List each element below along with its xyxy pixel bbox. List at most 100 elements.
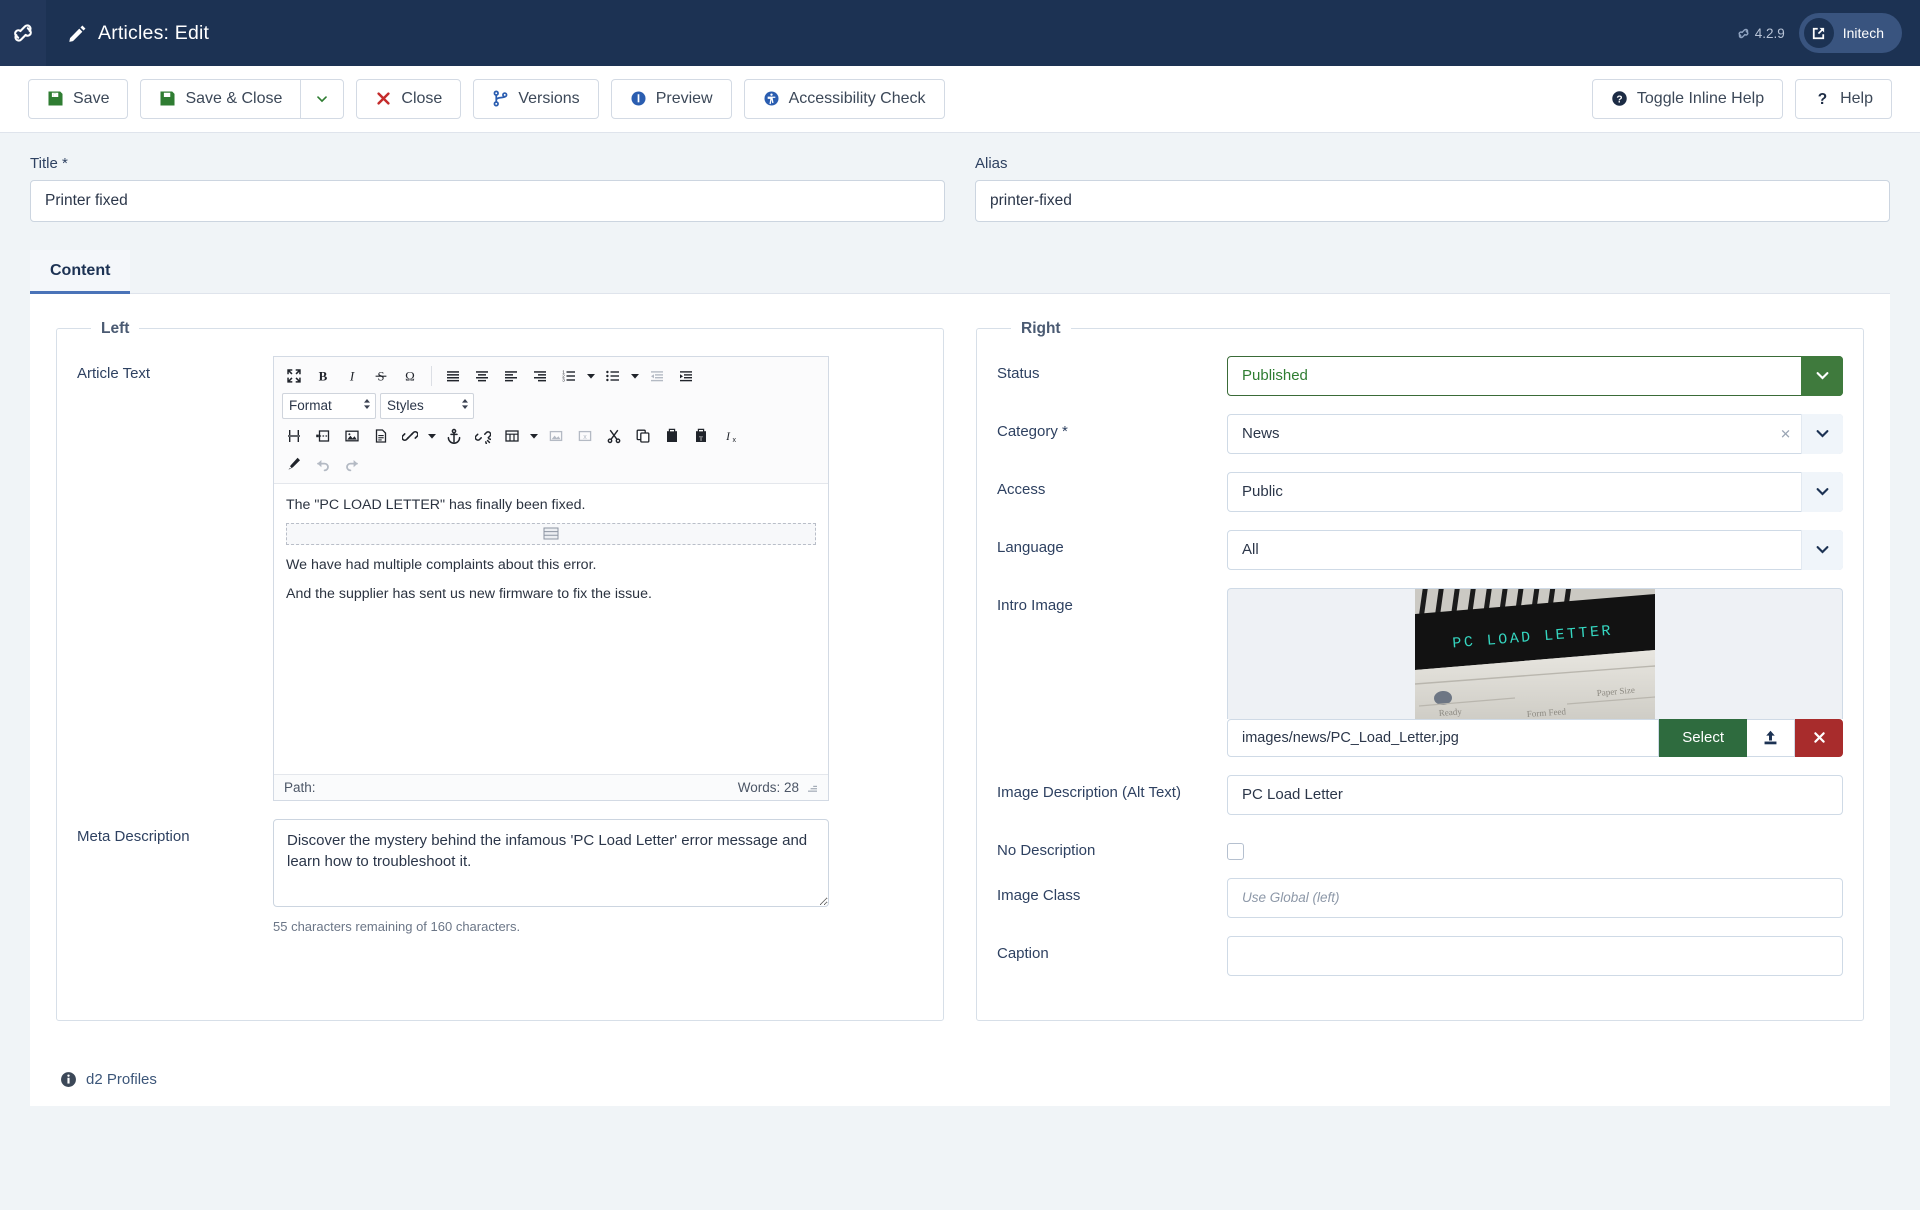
meta-description-textarea[interactable] [273, 818, 829, 907]
language-label: Language [997, 538, 1064, 556]
svg-text:x: x [732, 437, 736, 444]
editor-toolbar: B I S Ω 1 2 3 Format Styles x T I x [274, 356, 828, 484]
joomla-brand-button[interactable] [0, 0, 46, 66]
intro-image-input-row: Select [1227, 718, 1843, 757]
page-title-group: Articles: Edit [68, 22, 209, 45]
help-button[interactable]: ? Help [1795, 79, 1892, 119]
category-select-arrow[interactable] [1801, 413, 1843, 454]
intro-image-clear-button[interactable] [1795, 718, 1843, 757]
table-dropdown[interactable] [527, 422, 541, 450]
tab-content[interactable]: Content [30, 249, 131, 294]
save-button[interactable]: Save [28, 79, 129, 119]
italic-button[interactable]: I [338, 362, 366, 390]
align-left-button[interactable] [497, 362, 525, 390]
bulleted-list-button[interactable] [599, 362, 627, 390]
fullscreen-button[interactable] [280, 362, 308, 390]
access-select-arrow[interactable] [1801, 471, 1843, 512]
insert-link-icon [402, 430, 418, 441]
special-character-button[interactable]: Ω [396, 362, 424, 390]
insert-link-button[interactable] [396, 422, 424, 450]
source-code-button[interactable] [280, 450, 308, 478]
chevron-down-icon [317, 96, 328, 103]
insert-field-button[interactable]: x [571, 422, 599, 450]
table-button[interactable] [498, 422, 526, 450]
intro-image-row: Intro Image PC LOAD LETTER Ready Form Fe… [997, 587, 1843, 757]
outdent-button[interactable] [643, 362, 671, 390]
accessibility-check-button[interactable]: Accessibility Check [743, 79, 945, 119]
numbered-list-button[interactable]: 1 2 3 [555, 362, 583, 390]
alias-label: Alias [975, 154, 1008, 172]
caption-input[interactable] [1227, 935, 1843, 976]
copy-button[interactable] [629, 422, 657, 450]
editor-content-area[interactable]: The "PC LOAD LETTER" has finally been fi… [274, 484, 828, 774]
chevron-down-icon [587, 373, 595, 379]
resize-grip-icon[interactable] [807, 782, 818, 793]
save-and-close-button[interactable]: Save & Close [140, 79, 301, 119]
strikethrough-button[interactable]: S [367, 362, 395, 390]
status-select[interactable]: Published [1227, 355, 1843, 396]
toggle-inline-help-button[interactable]: ? Toggle Inline Help [1591, 79, 1784, 119]
meta-description-row: Meta Description 55 characters remaining… [77, 818, 923, 934]
intro-image-select-button[interactable]: Select [1659, 718, 1747, 757]
indent-button[interactable] [672, 362, 700, 390]
paste-button[interactable] [658, 422, 686, 450]
align-right-button[interactable] [526, 362, 554, 390]
article-text-label: Article Text [77, 364, 151, 382]
category-clear-button[interactable]: ✕ [1780, 427, 1791, 440]
anchor-button[interactable] [440, 422, 468, 450]
image-class-input[interactable] [1227, 877, 1843, 918]
svg-text:x: x [583, 434, 587, 441]
cut-button[interactable] [600, 422, 628, 450]
read-more-button[interactable] [309, 422, 337, 450]
no-description-checkbox[interactable] [1227, 842, 1244, 860]
language-select-wrap: All [1227, 529, 1843, 570]
strikethrough-icon: S [375, 369, 387, 383]
fullscreen-icon [287, 368, 301, 383]
title-input[interactable] [30, 179, 945, 222]
insert-document-button[interactable] [367, 422, 395, 450]
alt-text-input[interactable] [1227, 774, 1843, 815]
caption-control [1227, 935, 1843, 976]
status-select-arrow[interactable] [1801, 355, 1843, 396]
format-select[interactable]: Format [282, 392, 376, 419]
align-center-button[interactable] [468, 362, 496, 390]
action-toolbar: Save Save & Close Close Versions Preview… [0, 66, 1920, 133]
preview-button[interactable]: Preview [610, 79, 732, 119]
styles-select[interactable]: Styles [380, 392, 474, 419]
read-more-divider[interactable] [286, 522, 816, 545]
language-select[interactable]: All [1227, 529, 1843, 570]
bold-button[interactable]: B [309, 362, 337, 390]
align-justify-button[interactable] [439, 362, 467, 390]
bulleted-list-dropdown[interactable] [628, 362, 642, 390]
intro-image-upload-button[interactable] [1747, 718, 1795, 757]
save-and-close-label: Save & Close [185, 90, 283, 107]
language-select-arrow[interactable] [1801, 529, 1843, 570]
alias-input[interactable] [975, 179, 1890, 222]
clear-formatting-button[interactable]: I x [716, 422, 744, 450]
paste-as-text-button[interactable]: T [687, 422, 715, 450]
versions-button[interactable]: Versions [473, 79, 599, 119]
insert-image-button[interactable] [338, 422, 366, 450]
toolbar-right-group: ? Toggle Inline Help ? Help [1591, 79, 1892, 119]
category-select[interactable]: News [1227, 413, 1843, 454]
preview-button-label: Preview [655, 90, 713, 107]
category-control: News ✕ [1227, 413, 1843, 454]
page-break-button[interactable] [280, 422, 308, 450]
numbered-list-dropdown[interactable] [584, 362, 598, 390]
unlink-button[interactable] [469, 422, 497, 450]
access-label: Access [997, 480, 1046, 498]
intro-image-path-input[interactable] [1227, 718, 1660, 757]
svg-text:?: ? [1616, 95, 1622, 106]
link-dropdown[interactable] [425, 422, 439, 450]
chevron-down-icon [1816, 488, 1829, 496]
redo-button[interactable] [338, 450, 366, 478]
access-select[interactable]: Public [1227, 471, 1843, 512]
insert-module-button[interactable] [542, 422, 570, 450]
close-button[interactable]: Close [356, 79, 462, 119]
save-options-dropdown-button[interactable] [300, 79, 345, 119]
title-alias-row: Title * Alias [0, 133, 1920, 222]
clear-formatting-icon: I x [725, 431, 736, 444]
site-link-user-chip[interactable]: Initech [1798, 13, 1902, 53]
undo-button[interactable] [309, 450, 337, 478]
editor-toolbar-row-4 [280, 450, 822, 478]
